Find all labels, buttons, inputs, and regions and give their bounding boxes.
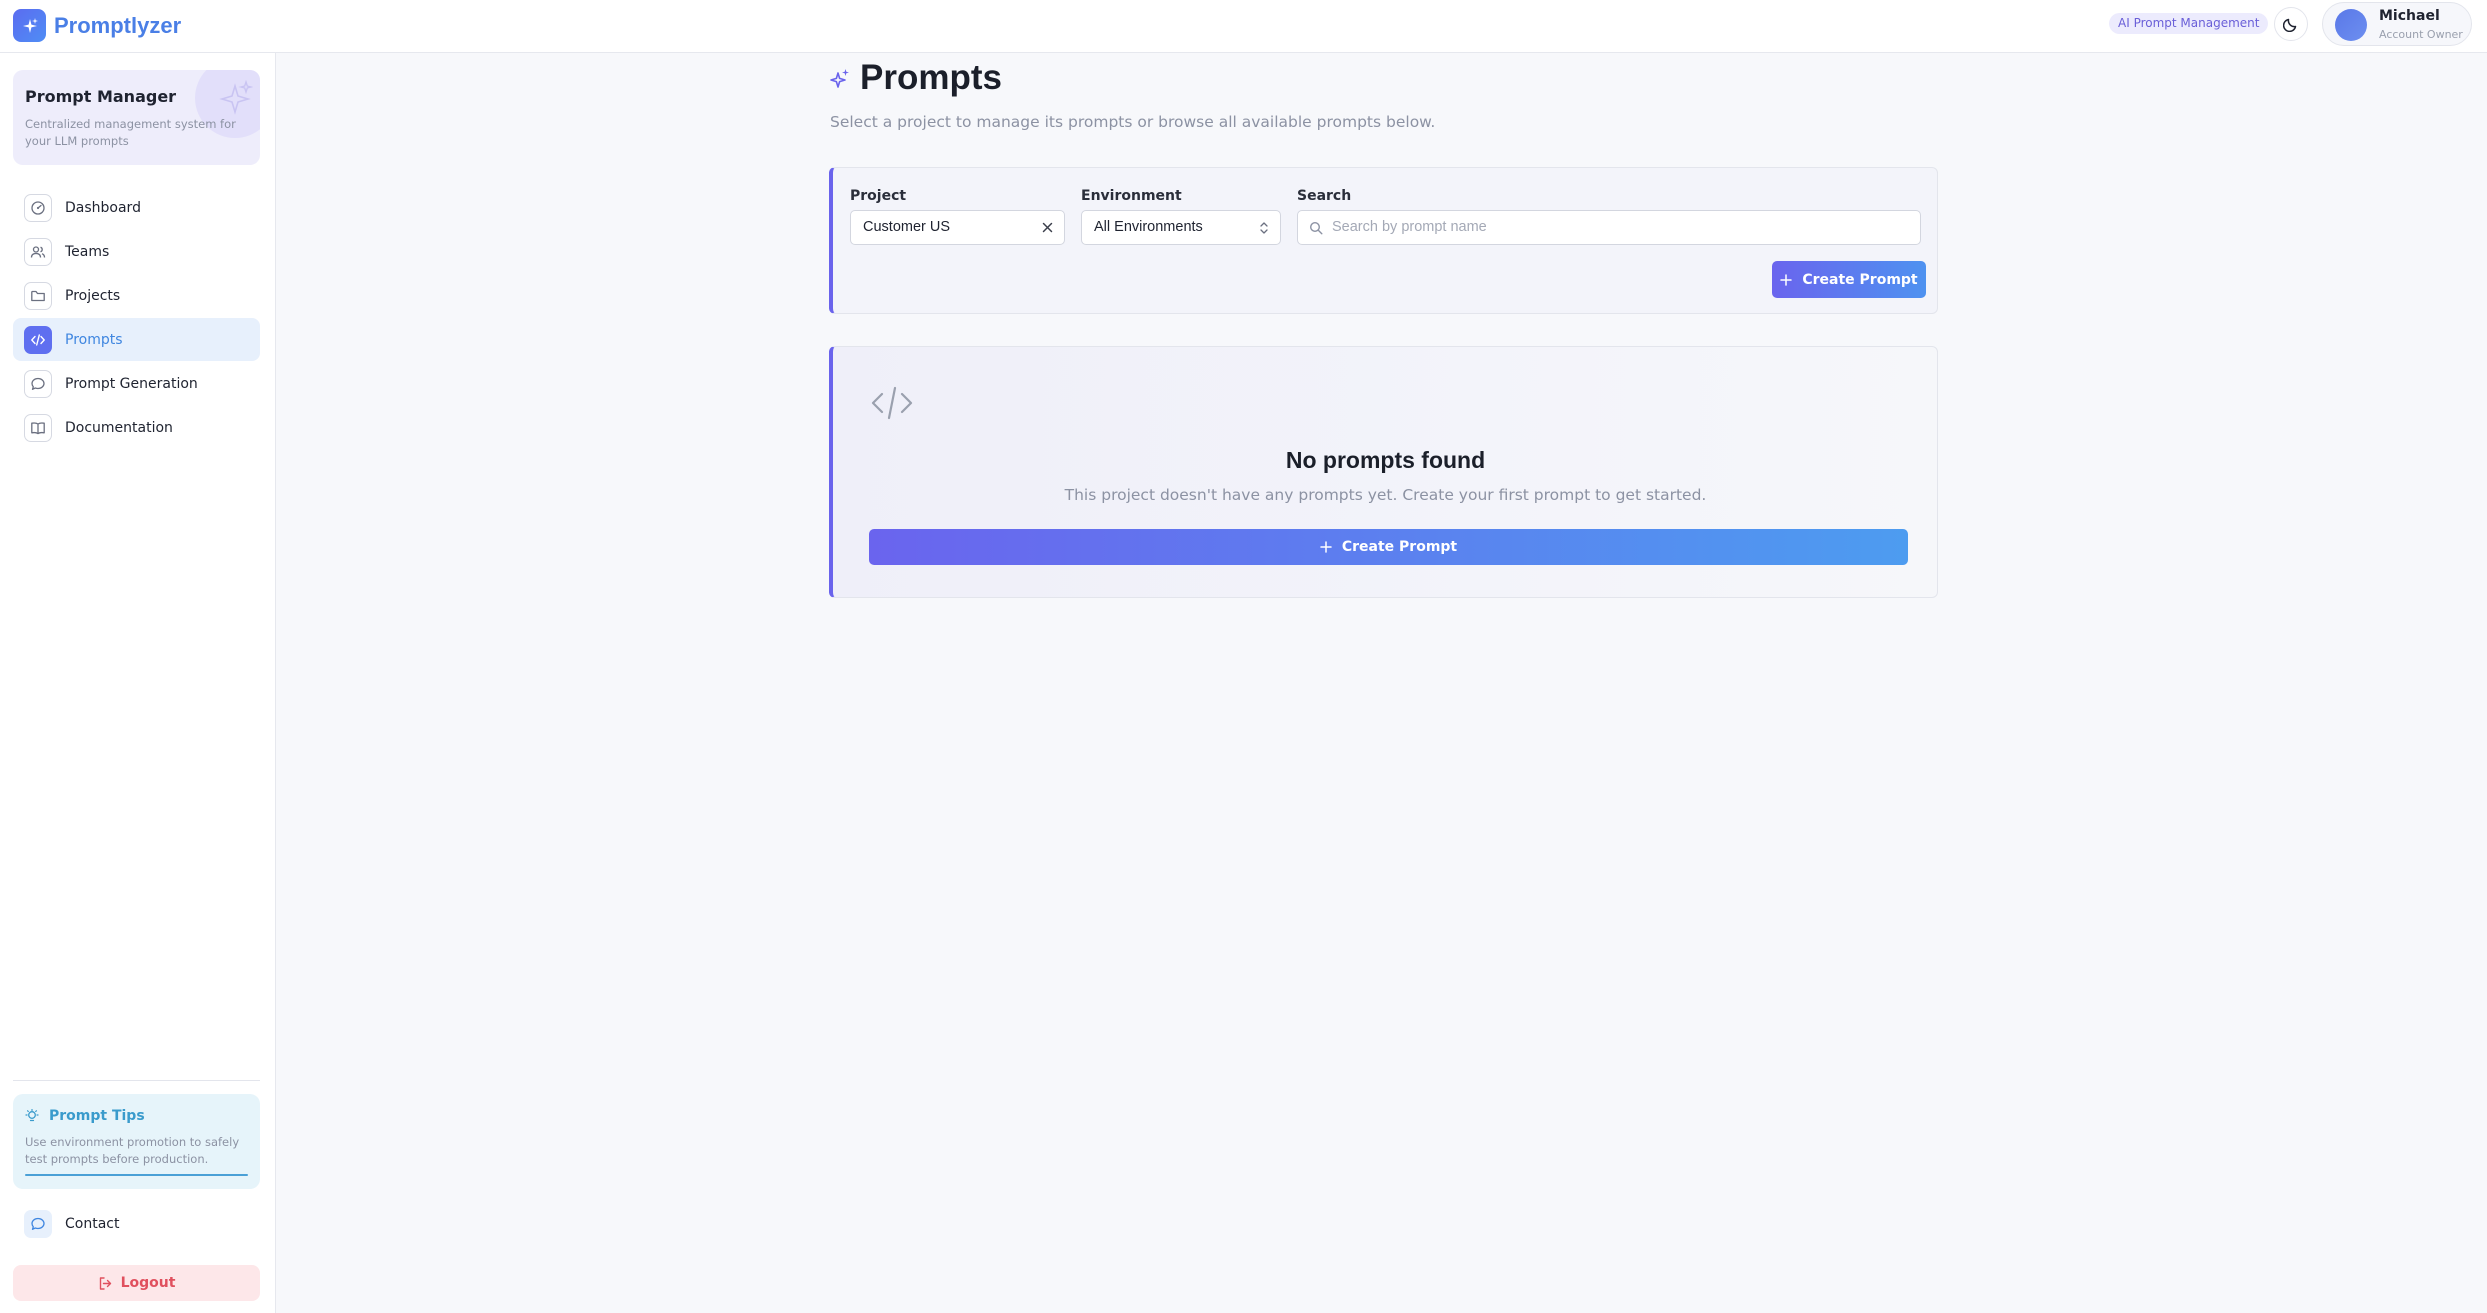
prompt-manager-title: Prompt Manager <box>25 87 177 106</box>
sidebar-item-teams[interactable]: Teams <box>13 230 260 273</box>
sidebar-item-contact[interactable]: Contact <box>13 1204 260 1244</box>
brand-name: Promptlyzer <box>54 12 182 38</box>
environment-value: All Environments <box>1094 219 1203 235</box>
logout-label: Logout <box>120 1275 176 1291</box>
sidebar-item-label: Contact <box>65 1216 120 1232</box>
dashboard-icon <box>24 193 52 222</box>
users-icon <box>24 237 52 266</box>
close-icon[interactable] <box>1041 221 1054 234</box>
empty-state-description: This project doesn't have any prompts ye… <box>1064 486 1707 504</box>
plus-icon <box>1320 541 1332 553</box>
sidebar-item-documentation[interactable]: Documentation <box>13 406 260 449</box>
empty-state-title: No prompts found <box>1285 447 1486 473</box>
chevron-updown-icon <box>1260 222 1268 234</box>
filter-panel: Project Customer US Environment All Envi… <box>829 167 1938 314</box>
prompt-manager-description: Centralized management system for your L… <box>25 117 236 148</box>
empty-state-card: No prompts found This project doesn't ha… <box>829 346 1938 598</box>
moon-icon <box>2283 18 2297 32</box>
project-select[interactable]: Customer US <box>850 210 1065 245</box>
chat-bubble-icon <box>24 1210 52 1238</box>
logout-icon <box>99 1276 111 1290</box>
environment-label: Environment <box>1081 188 1182 204</box>
sidebar-item-label: Prompt Generation <box>65 375 198 392</box>
environment-select[interactable]: All Environments <box>1081 210 1281 245</box>
top-bar: Promptlyzer AI Prompt Management Michael… <box>0 0 2487 53</box>
page-subtitle: Select a project to manage its prompts o… <box>830 113 1436 131</box>
brand[interactable]: Promptlyzer <box>13 9 181 42</box>
create-prompt-label: Create Prompt <box>1802 271 1918 288</box>
create-prompt-button[interactable]: Create Prompt <box>1772 261 1926 298</box>
search-input[interactable]: Search by prompt name <box>1297 210 1921 245</box>
sidebar-item-label: Documentation <box>65 419 173 436</box>
search-placeholder: Search by prompt name <box>1332 219 1487 235</box>
search-label: Search <box>1297 188 1352 204</box>
project-label: Project <box>850 188 907 204</box>
sparkles-icon <box>219 79 253 115</box>
search-icon <box>1309 221 1323 235</box>
code-icon <box>24 325 52 354</box>
sparkles-icon <box>830 69 849 88</box>
user-menu[interactable]: Michael Account Owner <box>2322 2 2472 46</box>
create-prompt-label: Create Prompt <box>1341 539 1458 555</box>
avatar <box>2335 9 2367 41</box>
product-tag-badge: AI Prompt Management <box>2109 13 2269 34</box>
book-icon <box>24 413 52 442</box>
sidebar-divider <box>13 1080 260 1081</box>
folder-icon <box>24 281 52 310</box>
tips-progress-line <box>25 1174 248 1176</box>
prompt-tips-text: Use environment promotion to safely test… <box>25 1135 240 1166</box>
page-title: Prompts <box>860 58 1002 97</box>
prompt-tips-title: Prompt Tips <box>49 1108 145 1124</box>
sidebar-item-label: Teams <box>65 243 110 260</box>
sidebar-item-dashboard[interactable]: Dashboard <box>13 186 260 229</box>
sidebar-item-projects[interactable]: Projects <box>13 274 260 317</box>
prompt-tips-card: Prompt Tips Use environment promotion to… <box>13 1094 260 1189</box>
prompt-tips-header: Prompt Tips <box>25 1108 145 1124</box>
logout-button[interactable]: Logout <box>13 1265 260 1301</box>
plus-icon <box>1780 273 1793 286</box>
user-role: Account Owner <box>2379 28 2463 41</box>
sparkles-logo-icon <box>13 9 46 42</box>
sidebar-item-label: Prompts <box>65 331 123 348</box>
sidebar-item-label: Dashboard <box>65 199 141 216</box>
code-icon <box>871 386 913 420</box>
lightbulb-icon <box>25 1109 39 1122</box>
sidebar-item-prompts[interactable]: Prompts <box>13 318 260 361</box>
page-header: Prompts <box>830 58 1002 98</box>
theme-toggle-button[interactable] <box>2274 7 2308 41</box>
sidebar-item-prompt-generation[interactable]: Prompt Generation <box>13 362 260 405</box>
user-name: Michael <box>2379 8 2440 24</box>
project-value: Customer US <box>863 219 951 235</box>
sidebar: Prompt Manager Centralized management sy… <box>0 53 276 1313</box>
sidebar-item-label: Projects <box>65 287 121 304</box>
prompt-manager-card: Prompt Manager Centralized management sy… <box>13 70 260 165</box>
chat-bubble-icon <box>24 369 52 398</box>
create-prompt-button-large[interactable]: Create Prompt <box>869 529 1908 565</box>
